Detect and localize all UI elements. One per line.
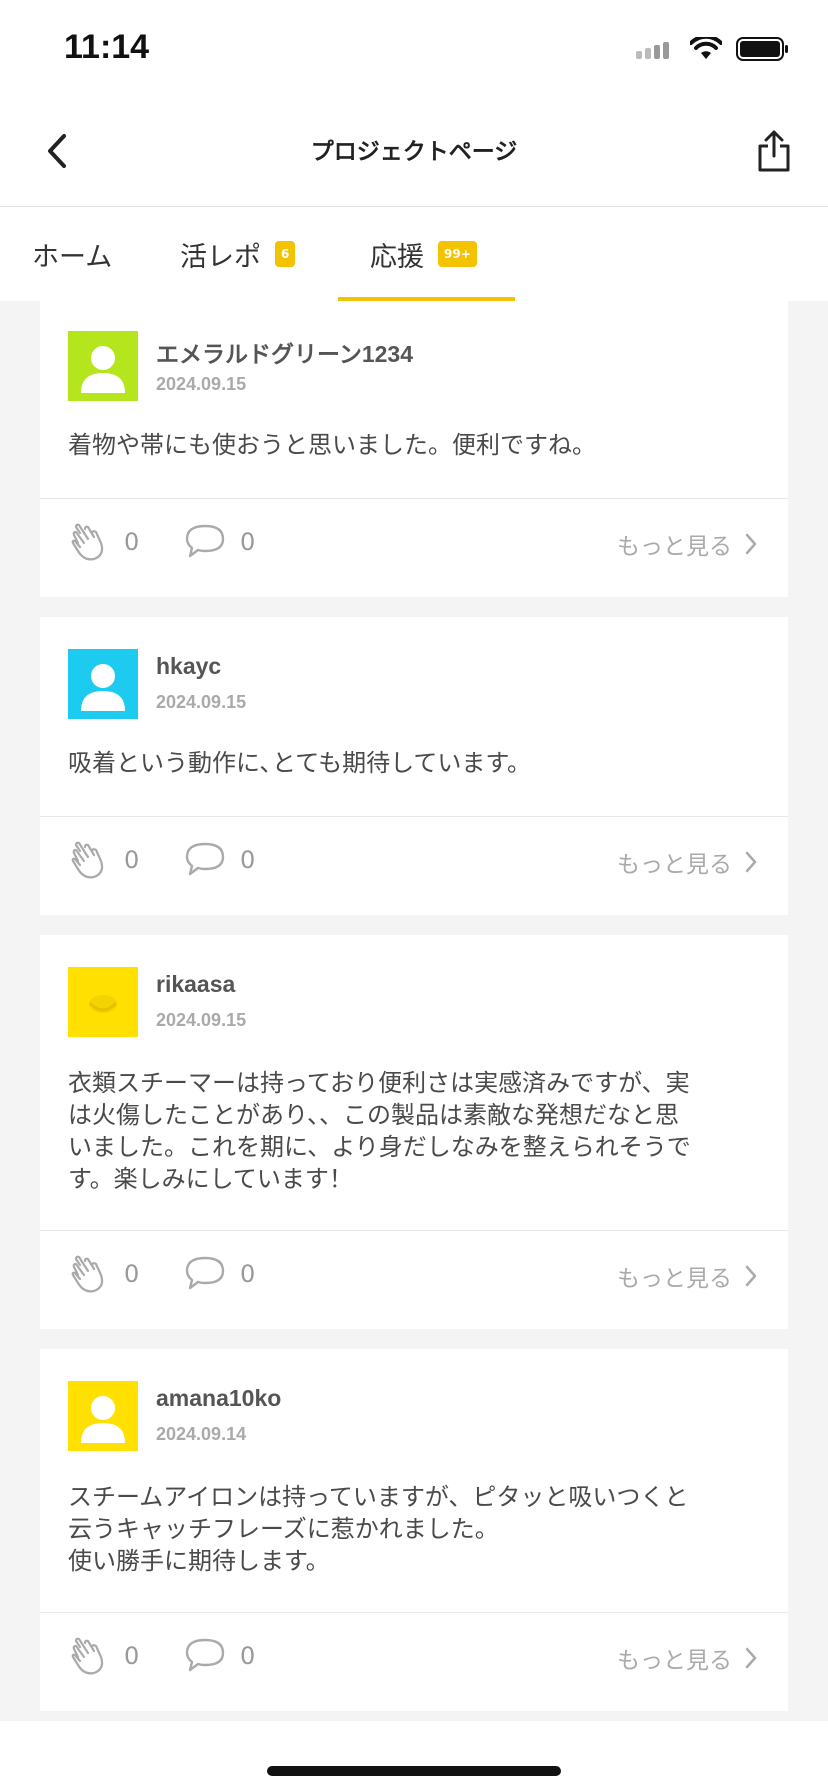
see-more-link[interactable]: もっと見る — [617, 527, 758, 561]
see-more-link[interactable]: もっと見る — [617, 845, 758, 879]
reply-count: 0 — [240, 528, 256, 556]
post-date: 2024.09.15 — [156, 1010, 247, 1030]
comment-text: スチームアイロンは持っていますが、ピタッと吸いつくと 云うキャッチフレーズに惹か… — [68, 1483, 689, 1575]
clap-icon — [71, 1255, 104, 1293]
reply-count: 0 — [240, 846, 256, 874]
comment-text: 衣類スチーマーは持っており便利さは実感済みですが、実 は火傷したことがあり、、こ… — [68, 1069, 691, 1193]
status-time: 11:14 — [64, 28, 150, 66]
post-date: 2024.09.14 — [156, 1424, 247, 1444]
comment-bubble-icon — [185, 1256, 225, 1290]
share-button[interactable] — [754, 128, 794, 174]
comment-bubble-icon — [185, 842, 225, 876]
username[interactable]: amana10ko — [156, 1385, 281, 1412]
reply-count: 0 — [240, 1260, 256, 1288]
clap-icon — [71, 523, 104, 561]
chevron-right-icon — [745, 851, 757, 873]
reply-count: 0 — [240, 1642, 256, 1670]
post-card: rikaasa 2024.09.15 衣類スチーマーは持っており便利さは実感済み… — [40, 935, 788, 1329]
battery-icon — [736, 37, 788, 61]
status-bar: 11:14 — [0, 0, 828, 100]
comment-bubble-icon — [185, 1638, 225, 1672]
clap-count: 0 — [124, 846, 140, 874]
chevron-right-icon — [745, 1647, 757, 1669]
bottom-safe-area — [0, 1721, 828, 1792]
photo-avatar[interactable] — [68, 967, 138, 1037]
clap-count: 0 — [124, 1260, 140, 1288]
tab-label: 活レポ — [180, 241, 261, 273]
tab-reports[interactable]: 活レポ 6 — [180, 207, 296, 301]
see-more-label: もっと見る — [617, 534, 732, 560]
page-title: プロジェクトページ — [310, 139, 518, 165]
post-card: amana10ko 2024.09.14 スチームアイロンは持っていますが、ピタ… — [40, 1349, 788, 1711]
tab-bar: ホーム 活レポ 6 応援 99+ — [0, 207, 828, 303]
see-more-label: もっと見る — [617, 852, 732, 878]
username[interactable]: hkayc — [156, 653, 221, 680]
chevron-right-icon — [745, 533, 757, 555]
clap-button[interactable]: 0 — [68, 1253, 139, 1295]
status-icons — [636, 34, 790, 64]
share-icon — [758, 130, 790, 172]
divider — [40, 816, 788, 817]
post-card: hkayc 2024.09.15 吸着という動作に､とても期待しています。 0 … — [40, 617, 788, 915]
username[interactable]: エメラルドグリーン1234 — [156, 335, 413, 369]
clap-button[interactable]: 0 — [68, 1635, 139, 1677]
person-icon[interactable] — [68, 331, 138, 401]
see-more-label: もっと見る — [617, 1266, 732, 1292]
reply-button[interactable]: 0 — [184, 1637, 255, 1675]
comment-text: 吸着という動作に､とても期待しています。 — [68, 749, 531, 777]
reply-button[interactable]: 0 — [184, 841, 255, 879]
reply-button[interactable]: 0 — [184, 1255, 255, 1293]
support-feed[interactable]: エメラルドグリーン1234 2024.09.15 着物や帯にも使おうと思いました… — [0, 301, 828, 1721]
comment-text: 着物や帯にも使おうと思いました。便利ですね。 — [68, 431, 596, 459]
person-icon[interactable] — [68, 649, 138, 719]
reply-button[interactable]: 0 — [184, 523, 255, 561]
count-badge: 6 — [275, 241, 296, 267]
clap-icon — [71, 1637, 104, 1675]
clap-count: 0 — [124, 1642, 140, 1670]
see-more-label: もっと見る — [617, 1648, 732, 1674]
post-card: エメラルドグリーン1234 2024.09.15 着物や帯にも使おうと思いました… — [40, 301, 788, 597]
wifi-icon — [690, 37, 722, 59]
divider — [40, 1612, 788, 1613]
tab-label: 応援 — [370, 241, 424, 273]
see-more-link[interactable]: もっと見る — [617, 1259, 758, 1293]
clap-icon — [71, 841, 104, 879]
person-icon[interactable] — [68, 1381, 138, 1451]
clap-button[interactable]: 0 — [68, 839, 139, 881]
navigation-bar: プロジェクトページ — [0, 100, 828, 207]
post-date: 2024.09.15 — [156, 692, 247, 712]
divider — [40, 1230, 788, 1231]
count-badge: 99+ — [438, 241, 477, 267]
divider — [40, 498, 788, 499]
see-more-link[interactable]: もっと見る — [617, 1641, 758, 1675]
post-date: 2024.09.15 — [156, 374, 247, 394]
signal-icon — [636, 42, 669, 59]
clap-button[interactable]: 0 — [68, 521, 139, 563]
home-indicator[interactable] — [267, 1766, 561, 1776]
clap-count: 0 — [124, 528, 140, 556]
chevron-right-icon — [745, 1265, 757, 1287]
tab-label: ホーム — [32, 241, 113, 273]
tab-home[interactable]: ホーム — [32, 207, 112, 301]
comment-bubble-icon — [185, 524, 225, 558]
tab-support[interactable]: 応援 99+ — [370, 207, 477, 301]
username[interactable]: rikaasa — [156, 971, 235, 998]
